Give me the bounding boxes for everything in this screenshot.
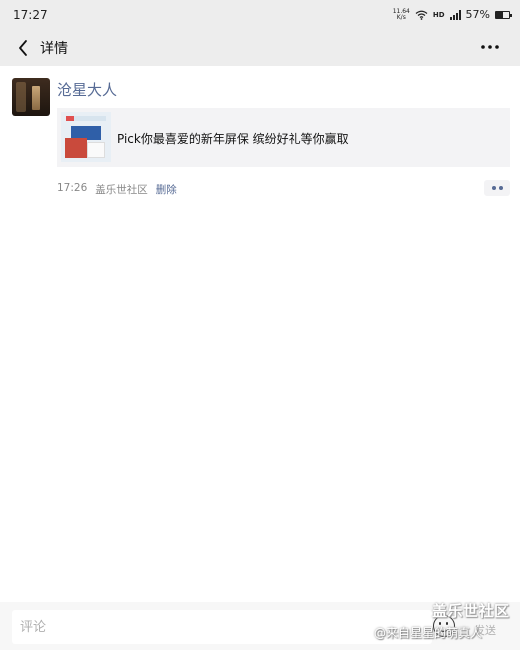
network-speed-unit: K/s xyxy=(396,13,406,21)
network-speed: 11.64 K/s xyxy=(393,8,410,21)
username[interactable]: 沧星大人 xyxy=(57,79,117,100)
battery-level-fill xyxy=(496,11,504,18)
chevron-left-icon[interactable] xyxy=(16,38,30,58)
watermark-credit: @来自星星的萌真人 xyxy=(374,626,483,640)
avatar[interactable] xyxy=(12,78,50,116)
thumb-white-block xyxy=(87,142,105,158)
watermark-title: 盖乐世社区 xyxy=(432,602,510,620)
link-title: Pick你最喜爱的新年屏保 缤纷好礼等你赢取 xyxy=(117,132,349,146)
thumb-banner-accent xyxy=(66,116,74,121)
status-bar: 17:27 11.64 K/s HD 57% xyxy=(0,0,520,30)
link-thumbnail xyxy=(61,112,111,162)
delete-button[interactable]: 删除 xyxy=(156,182,177,197)
status-icons: 11.64 K/s HD 57% xyxy=(393,8,512,21)
thumb-red-block xyxy=(65,138,87,158)
page-title: 详情 xyxy=(40,41,68,57)
status-time: 17:27 xyxy=(13,8,48,22)
action-dot-icon xyxy=(491,186,496,190)
avatar-cup xyxy=(32,86,40,110)
comment-input[interactable] xyxy=(12,610,432,644)
action-dot-icon xyxy=(498,186,503,190)
battery-percent: 57% xyxy=(465,8,490,21)
post-source: 盖乐世社区 xyxy=(95,184,148,196)
shared-link-card[interactable]: Pick你最喜爱的新年屏保 缤纷好礼等你赢取 xyxy=(57,108,510,167)
more-dots-icon[interactable] xyxy=(480,39,500,55)
signal-icon xyxy=(449,9,461,20)
battery-icon xyxy=(495,10,512,19)
wifi-icon xyxy=(415,10,428,20)
post-time: 17:26 xyxy=(57,182,88,194)
like-comment-button[interactable] xyxy=(484,180,510,196)
avatar-light xyxy=(16,82,26,112)
post-meta: 17:26 盖乐世社区 删除 xyxy=(57,182,177,197)
hd-label: HD xyxy=(432,10,445,19)
header: 详情 xyxy=(0,30,520,66)
